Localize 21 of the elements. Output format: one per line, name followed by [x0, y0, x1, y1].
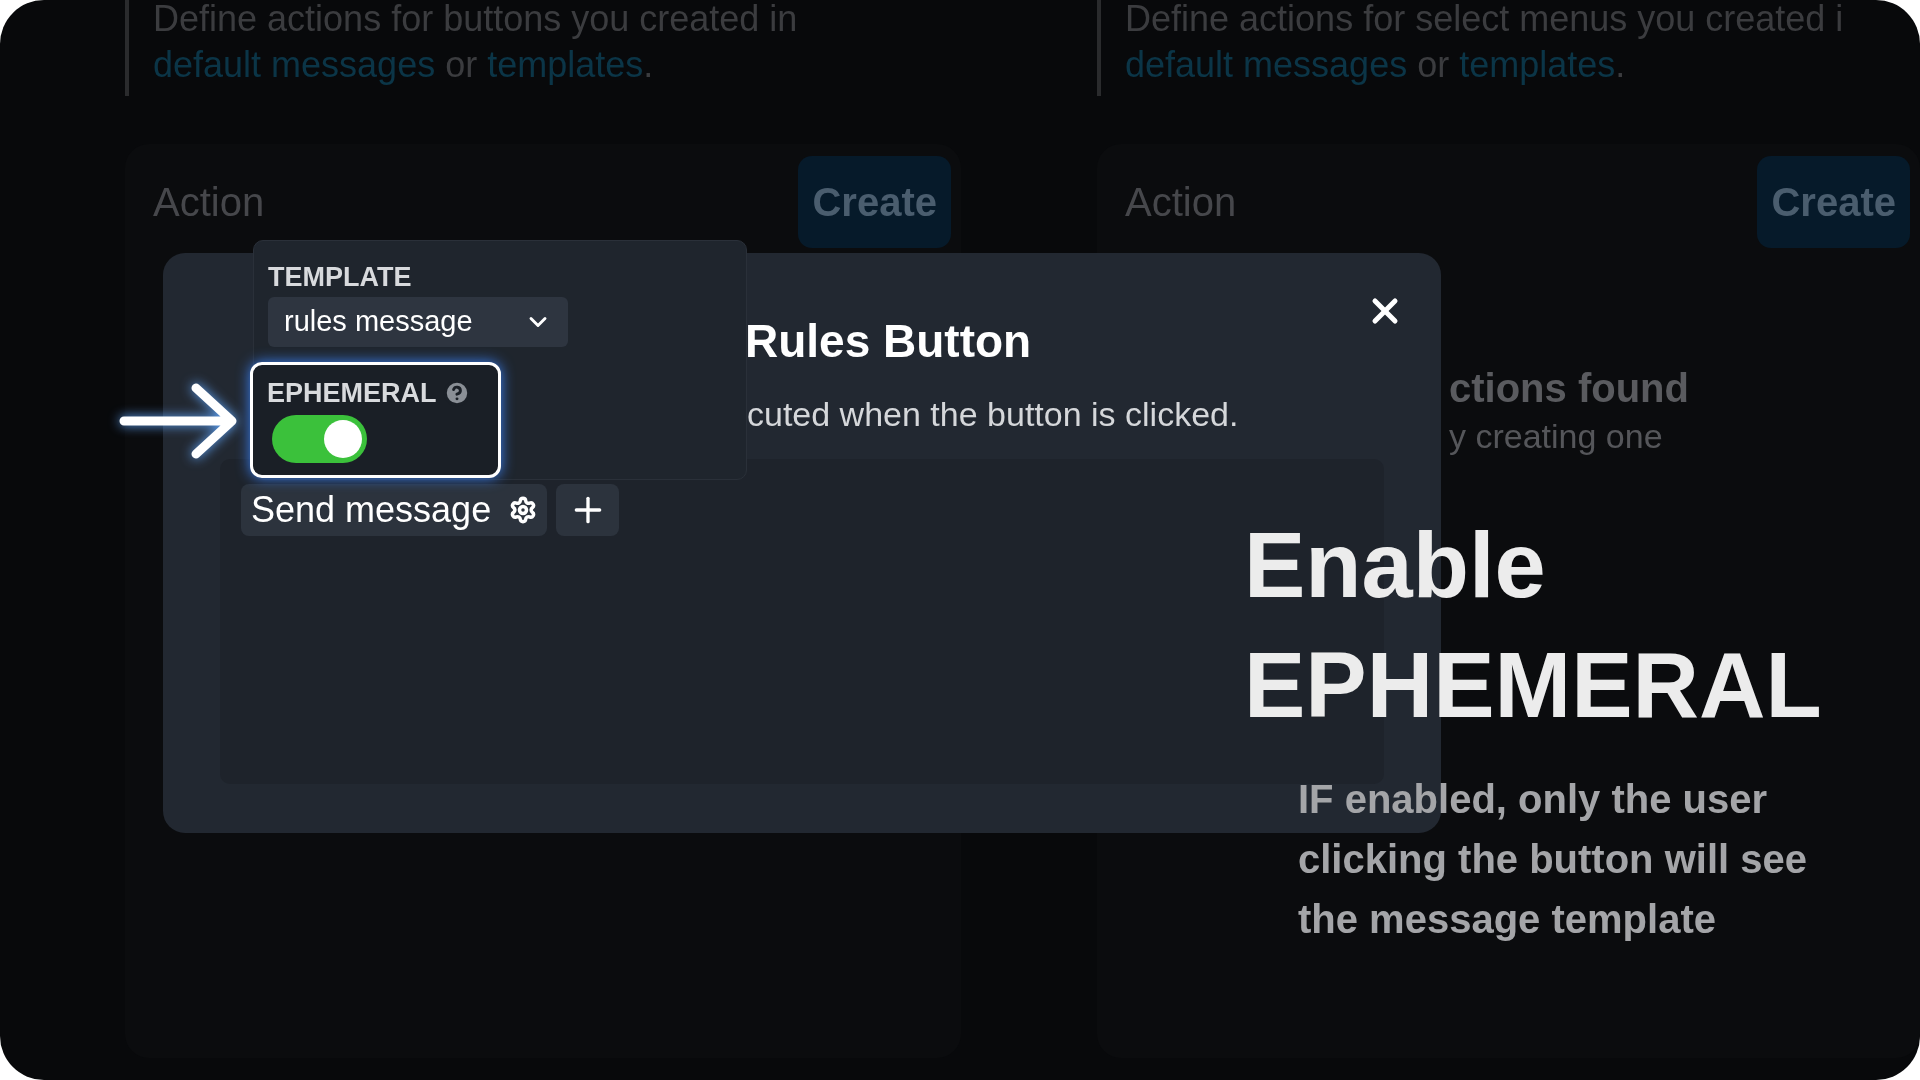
templates-link[interactable]: templates	[487, 44, 644, 85]
modal-title: Rules Button	[745, 314, 1032, 369]
default-messages-link[interactable]: default messages	[153, 44, 436, 85]
ephemeral-label: EPHEMERAL	[267, 377, 437, 410]
send-message-button[interactable]: Send message	[241, 484, 548, 536]
modal-description: cuted when the button is clicked.	[747, 394, 1239, 435]
empty-state-hint: y creating one	[1449, 416, 1664, 457]
add-button[interactable]	[556, 484, 620, 536]
default-messages-link[interactable]: default messages	[1125, 44, 1408, 85]
action-heading: Action	[1125, 179, 1237, 226]
action-heading: Action	[153, 179, 265, 226]
template-select[interactable]: rules message	[268, 297, 568, 347]
templates-link[interactable]: templates	[1459, 44, 1616, 85]
settings-icon	[509, 496, 538, 524]
template-label: TEMPLATE	[268, 261, 412, 294]
annotation-title: Enable EPHEMERAL	[1244, 513, 1823, 738]
create-button[interactable]: Create	[798, 156, 951, 248]
ephemeral-toggle[interactable]	[272, 415, 367, 463]
create-button[interactable]: Create	[1757, 156, 1910, 248]
empty-state-title: ctions found	[1449, 365, 1690, 412]
annotation-text: IF enabled, only the user clicking the button will see the message template	[1298, 776, 1808, 943]
